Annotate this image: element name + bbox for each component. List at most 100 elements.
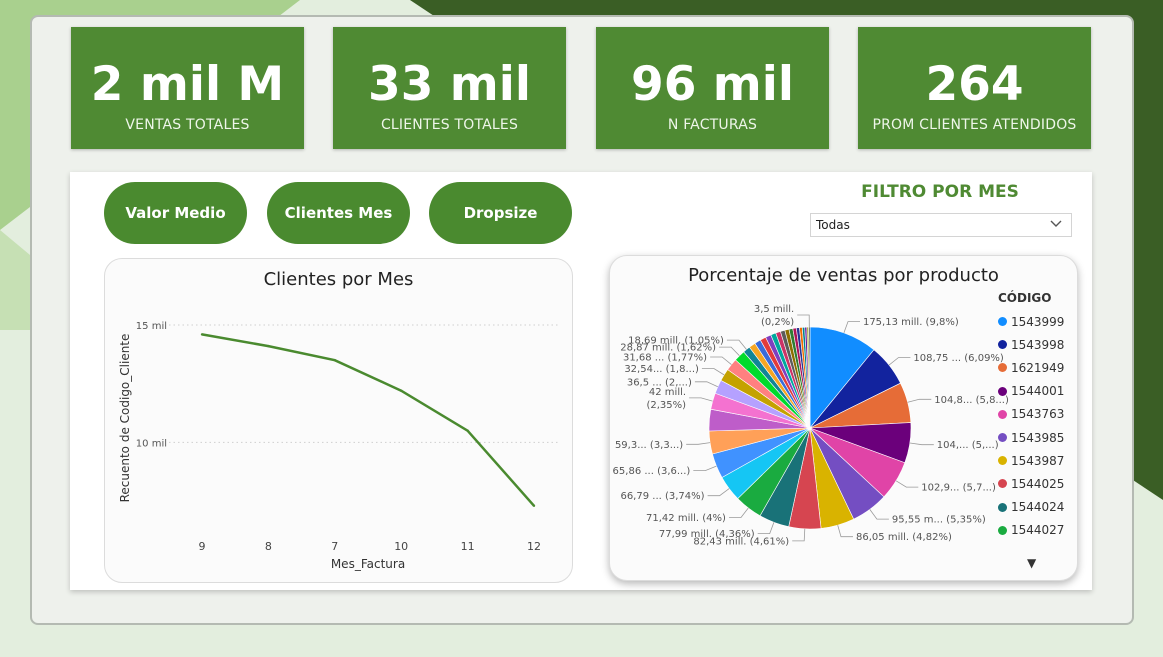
legend-swatch — [998, 433, 1007, 443]
leader-line — [797, 314, 810, 328]
legend-swatch — [998, 340, 1007, 350]
legend-item[interactable]: 1543763 — [998, 403, 1064, 426]
x-tick-label: 12 — [527, 540, 541, 553]
data-label: 77,99 mill. (4,36%) — [659, 529, 755, 540]
leader-line — [726, 339, 747, 350]
legend-item[interactable]: 1543985 — [998, 426, 1064, 449]
kpi-value: 264 — [925, 57, 1024, 112]
legend-item[interactable]: 1544027 — [998, 519, 1064, 542]
data-label: 65,86 ... (3,6...) — [613, 466, 691, 477]
data-label: 18,69 mill. (1,05%) — [628, 336, 724, 347]
data-label: 86,05 mill. (4,82%) — [856, 532, 952, 543]
data-point[interactable] — [466, 429, 469, 432]
data-label: 95,55 m... (5,35%) — [892, 515, 986, 526]
legend-label: 1543999 — [1011, 314, 1065, 329]
leader-line — [907, 398, 932, 403]
kpi-card-ventas: 2 mil M VENTAS TOTALES — [71, 27, 304, 149]
data-label: 3,5 mill. — [754, 304, 794, 315]
legend-title: CÓDIGO — [998, 291, 1052, 305]
leader-line — [843, 321, 860, 334]
data-label: 104,... (5,...) — [937, 440, 999, 451]
kpi-label: PROM CLIENTES ATENDIDOS — [872, 117, 1077, 133]
data-point[interactable] — [333, 359, 336, 362]
legend-scroll-down-icon[interactable]: ▼ — [1027, 556, 1036, 570]
data-label: 108,75 ... (6,09%) — [913, 353, 1004, 364]
data-label: 31,68 ... (1,77%) — [623, 353, 707, 364]
leader-line — [701, 368, 725, 376]
data-point[interactable] — [532, 504, 536, 507]
leader-line — [719, 346, 740, 356]
valor-medio-button[interactable]: Valor Medio — [104, 182, 247, 244]
data-label: 59,3... (3,3...) — [615, 440, 683, 451]
data-label: 36,5 ... (2,...) — [627, 377, 692, 388]
data-label: 42 mill. — [649, 387, 686, 398]
legend-swatch — [998, 386, 1007, 396]
x-tick-label: 10 — [394, 540, 408, 553]
legend-item[interactable]: 1544025 — [998, 472, 1064, 495]
legend-swatch — [998, 317, 1007, 327]
y-tick-label: 10 mil — [136, 438, 167, 449]
kpi-card-promedio: 264 PROM CLIENTES ATENDIDOS — [858, 27, 1091, 149]
filter-title: FILTRO POR MES — [861, 182, 1019, 202]
leader-line — [710, 356, 732, 365]
y-tick-label: 15 mil — [136, 321, 167, 332]
kpi-card-clientes: 33 mil CLIENTES TOTALES — [333, 27, 566, 149]
legend-swatch — [998, 363, 1007, 373]
leader-line — [729, 507, 749, 518]
legend-label: 1543763 — [1011, 407, 1065, 422]
leader-line — [757, 522, 775, 535]
x-tick-label: 9 — [199, 540, 206, 553]
legend-label: 1544025 — [1011, 476, 1065, 491]
clientes-mes-button[interactable]: Clientes Mes — [267, 182, 410, 244]
data-label: 66,79 ... (3,74%) — [620, 491, 704, 502]
y-axis-title: Recuento de Codigo_Cliente — [118, 334, 132, 503]
legend-item[interactable]: 1544024 — [998, 496, 1064, 519]
dropsize-button[interactable]: Dropsize — [429, 182, 572, 244]
pie-legend: CÓDIGO 1543999 1543998 1621949 1544001 15437… — [998, 291, 1064, 542]
legend-label: 1543985 — [1011, 430, 1065, 445]
leader-line — [869, 509, 889, 520]
data-label: 32,54... (1,8...) — [624, 364, 699, 375]
kpi-value: 2 mil M — [90, 57, 285, 112]
x-axis-title: Mes_Factura — [331, 557, 405, 571]
leader-line — [689, 397, 713, 402]
data-label: 175,13 mill. (9,8%) — [863, 317, 959, 328]
x-tick-label: 8 — [265, 540, 272, 553]
legend-swatch — [998, 409, 1007, 419]
data-label: (2,35%) — [646, 400, 686, 411]
kpi-value: 96 mil — [631, 57, 794, 112]
leader-line — [837, 524, 853, 538]
leader-line — [693, 465, 717, 472]
legend-item[interactable]: 1621949 — [998, 356, 1064, 379]
legend-swatch — [998, 525, 1007, 535]
leader-line — [909, 442, 934, 446]
kpi-label: CLIENTES TOTALES — [380, 117, 519, 133]
data-label: (0,2%) — [761, 317, 794, 328]
line-chart: 15 mil 10 mil 9 8 7 10 11 12 Mes_Factura Recuento… — [118, 321, 559, 571]
legend-label: 1621949 — [1011, 360, 1065, 375]
legend-label: 1544001 — [1011, 384, 1065, 399]
data-label: 71,42 mill. (4%) — [646, 513, 726, 524]
series-line — [201, 333, 535, 507]
legend-label: 1544027 — [1011, 523, 1065, 538]
leader-line — [707, 488, 730, 497]
legend-item[interactable]: 1543998 — [998, 333, 1064, 356]
legend-label: 1543998 — [1011, 337, 1065, 352]
data-point[interactable] — [400, 389, 403, 392]
legend-item[interactable]: 1543999 — [998, 310, 1064, 333]
legend-swatch — [998, 502, 1007, 512]
data-point[interactable] — [200, 333, 204, 336]
legend-item[interactable]: 1543987 — [998, 449, 1064, 472]
month-filter-dropdown[interactable]: Todas — [810, 213, 1072, 237]
dropdown-selected-value: Todas — [816, 218, 850, 232]
legend-label: 1544024 — [1011, 500, 1065, 515]
kpi-label: N FACTURAS — [667, 117, 758, 133]
legend-item[interactable]: 1544001 — [998, 380, 1064, 403]
legend-swatch — [998, 479, 1007, 489]
data-label: 102,9... (5,7...) — [921, 483, 996, 494]
leader-line — [792, 528, 806, 542]
leader-line — [694, 381, 718, 388]
leader-line — [888, 357, 911, 366]
data-point[interactable] — [267, 344, 270, 348]
leader-line — [895, 480, 919, 488]
